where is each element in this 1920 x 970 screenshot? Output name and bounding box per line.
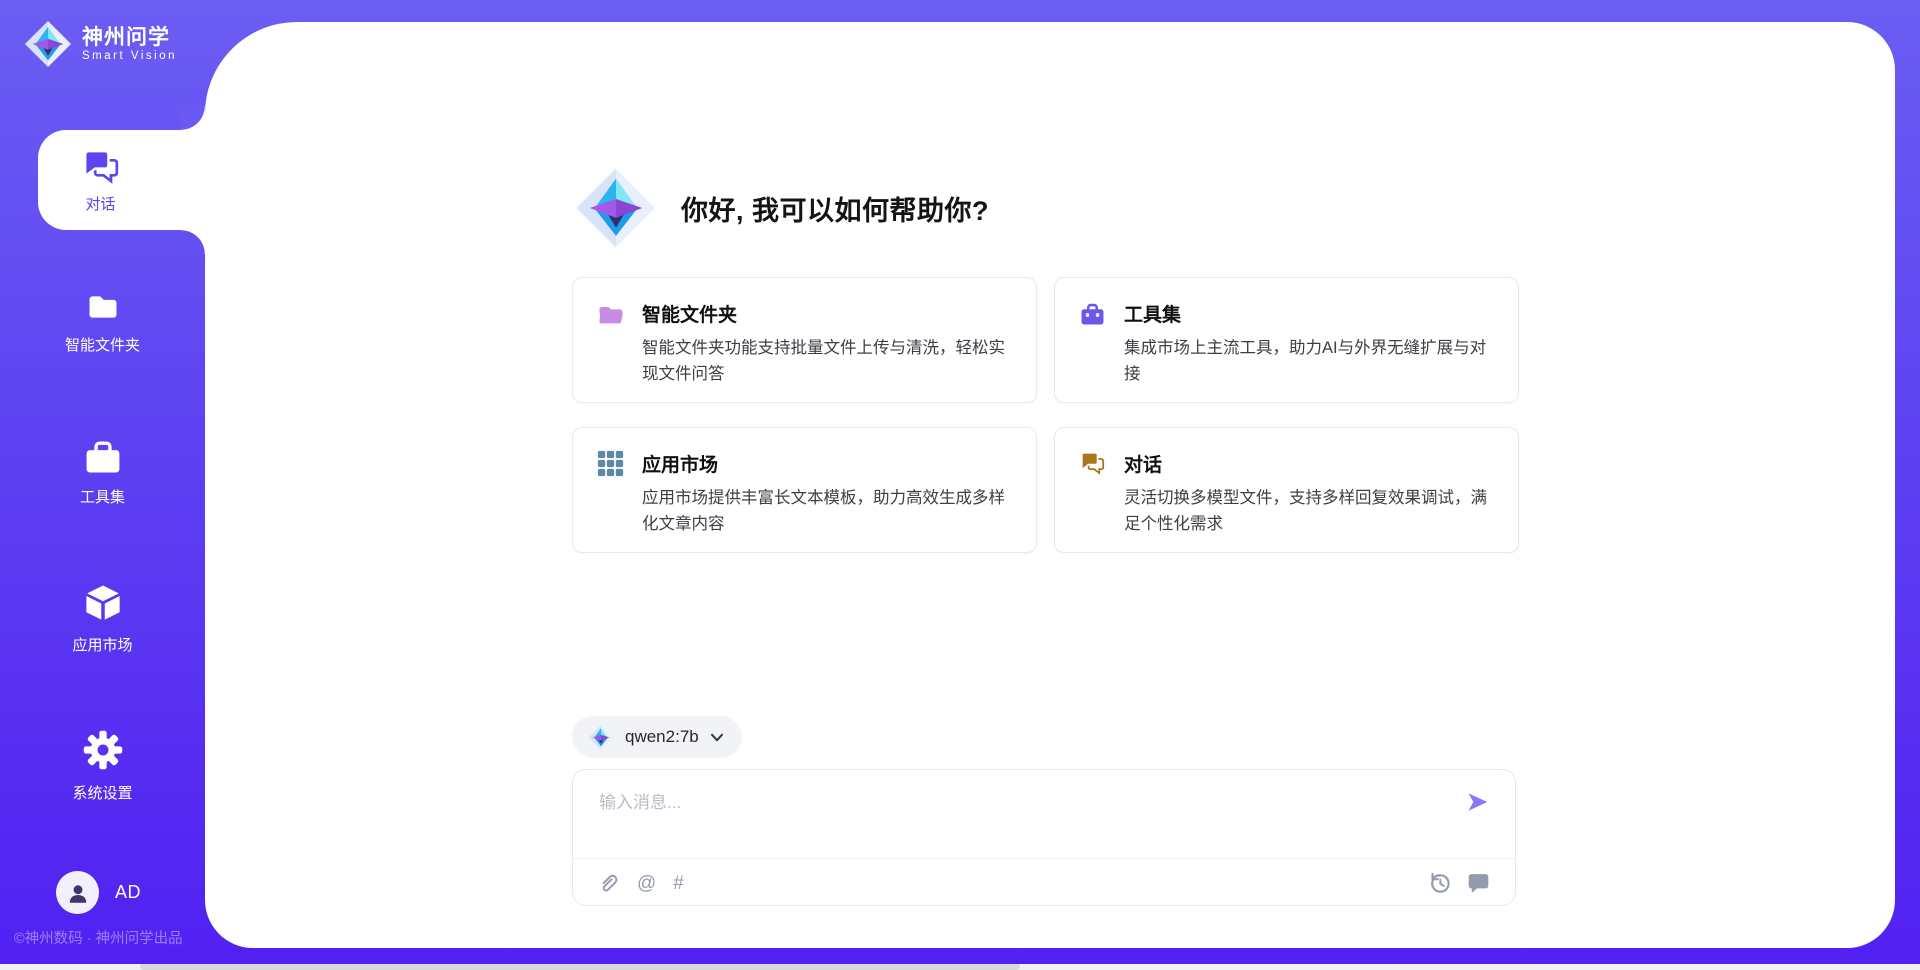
sidebar-item-label: 系统设置: [72, 782, 132, 803]
sidebar-item-settings[interactable]: 系统设置: [0, 728, 205, 803]
grid-icon: [597, 450, 624, 477]
sidebar-item-toolbox[interactable]: 工具集: [0, 438, 205, 507]
model-logo-icon: [588, 724, 614, 751]
sidebar-item-app-market[interactable]: 应用市场: [0, 582, 205, 655]
sidebar-item-label: 对话: [85, 193, 115, 214]
card-description: 集成市场上主流工具，助力AI与外界无缝扩展与对接: [1124, 335, 1499, 387]
send-icon[interactable]: [1465, 790, 1491, 814]
at-mention-icon[interactable]: @: [637, 872, 656, 896]
user-initials: AD: [115, 882, 141, 903]
folder-open-icon: [597, 300, 624, 327]
brand-subtitle: Smart Vision: [82, 50, 177, 62]
greeting-logo-icon: [575, 165, 657, 251]
horizontal-scrollbar[interactable]: [0, 964, 1920, 970]
composer-tools-right: [1427, 871, 1491, 896]
card-title: 智能文件夹: [642, 300, 737, 327]
model-selector[interactable]: qwen2:7b: [572, 716, 742, 758]
active-tab-fillet-bottom: [181, 230, 205, 254]
card-description: 智能文件夹功能支持批量文件上传与清洗，轻松实现文件问答: [642, 335, 1017, 387]
message-composer: @ #: [572, 769, 1516, 906]
card-app-market[interactable]: 应用市场 应用市场提供丰富长文本模板，助力高效生成多样化文章内容: [572, 427, 1037, 553]
composer-tools-left: @ #: [597, 871, 684, 896]
brand-diamond-icon: [24, 20, 72, 68]
brand-name: 神州问学: [82, 26, 177, 50]
active-tab-fillet-top: [181, 106, 205, 130]
card-title: 应用市场: [642, 450, 718, 477]
brand-logo: 神州问学 Smart Vision: [24, 20, 177, 68]
sidebar: 神州问学 Smart Vision 对话 智能文件夹 工具集 应用市场 系统设置…: [0, 0, 205, 970]
cube-icon: [82, 582, 124, 624]
greeting: 你好, 我可以如何帮助你?: [575, 165, 989, 251]
card-title: 工具集: [1124, 300, 1181, 327]
model-name: qwen2:7b: [625, 727, 699, 747]
sidebar-item-label: 工具集: [80, 486, 125, 507]
card-description: 应用市场提供丰富长文本模板，助力高效生成多样化文章内容: [642, 485, 1017, 537]
sidebar-item-smart-folder[interactable]: 智能文件夹: [0, 290, 205, 355]
chat-icon: [79, 147, 123, 187]
avatar: [56, 871, 99, 914]
card-description: 灵活切换多模型文件，支持多样回复效果调试，满足个性化需求: [1124, 485, 1499, 537]
gear-icon: [81, 728, 125, 772]
sidebar-item-chat[interactable]: 对话: [38, 130, 205, 230]
feature-cards: 智能文件夹 智能文件夹功能支持批量文件上传与清洗，轻松实现文件问答 工具集 集成…: [572, 277, 1519, 553]
chat-icon: [1079, 450, 1106, 477]
toolbox-icon: [82, 438, 124, 476]
scrollbar-thumb[interactable]: [140, 964, 1020, 970]
person-icon: [65, 880, 91, 906]
history-icon[interactable]: [1427, 871, 1452, 896]
paperclip-icon[interactable]: [597, 871, 620, 896]
folder-icon: [81, 290, 125, 324]
card-smart-folder[interactable]: 智能文件夹 智能文件夹功能支持批量文件上传与清洗，轻松实现文件问答: [572, 277, 1037, 403]
card-chat[interactable]: 对话 灵活切换多模型文件，支持多样回复效果调试，满足个性化需求: [1054, 427, 1519, 553]
briefcase-icon: [1079, 300, 1106, 327]
hash-topic-icon[interactable]: #: [673, 872, 684, 896]
greeting-title: 你好, 我可以如何帮助你?: [681, 189, 989, 228]
sidebar-item-label: 智能文件夹: [65, 334, 140, 355]
chevron-down-icon: [710, 733, 724, 742]
main-panel: 你好, 我可以如何帮助你? 智能文件夹 智能文件夹功能支持批量文件上传与清洗，轻…: [205, 22, 1895, 948]
card-toolbox[interactable]: 工具集 集成市场上主流工具，助力AI与外界无缝扩展与对接: [1054, 277, 1519, 403]
user-account[interactable]: AD: [56, 871, 141, 914]
copyright-text: ©神州数码 · 神州问学出品: [14, 927, 183, 948]
composer-divider: [573, 858, 1515, 859]
chat-bubble-icon[interactable]: [1466, 871, 1491, 896]
message-input[interactable]: [599, 788, 1439, 848]
card-title: 对话: [1124, 450, 1162, 477]
sidebar-item-label: 应用市场: [72, 634, 132, 655]
